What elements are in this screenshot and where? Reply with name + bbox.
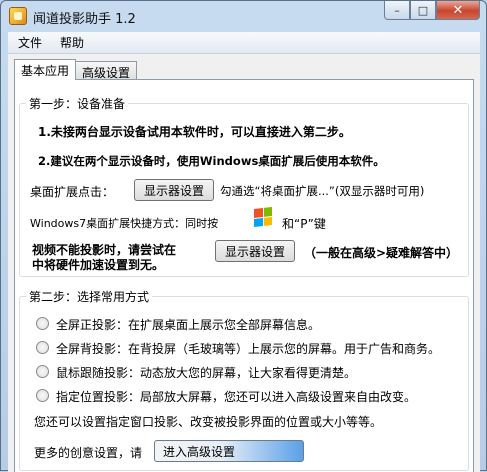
step2-title: 第二步：选择常用方式 bbox=[26, 288, 153, 305]
shortcut-key: 和“P”键 bbox=[282, 217, 326, 231]
step1-line2: 2.建议在两个显示设备时，使用Windows桌面扩展后使用本软件。 bbox=[38, 154, 385, 168]
no-projection-line2: 中将硬件加速设置到无。 bbox=[32, 258, 165, 272]
radio-mouse-follow[interactable] bbox=[36, 365, 49, 378]
menu-help[interactable]: 帮助 bbox=[60, 34, 84, 51]
minimize-button[interactable]: – bbox=[384, 1, 410, 20]
title-bar[interactable]: 闻道投影助手 1.2 – □ ✕ bbox=[1, 1, 486, 31]
option-fullscreen-rear[interactable]: 全屏背投影：在背投屏（毛玻璃等）上展示您的屏幕。用于广告和商务。 bbox=[56, 340, 440, 357]
extend-label: 桌面扩展点击： bbox=[30, 185, 115, 199]
maximize-button[interactable]: □ bbox=[410, 1, 436, 20]
option-fixed-position[interactable]: 指定位置投影：局部放大屏幕，您还可以进入高级设置来自由改变。 bbox=[56, 388, 416, 405]
extend-hint: 勾通选“将桌面扩展...”(双显示器时可用) bbox=[220, 184, 425, 198]
more-settings-label: 更多的创意设置，请 bbox=[34, 446, 143, 460]
app-icon bbox=[9, 7, 27, 25]
close-button[interactable]: ✕ bbox=[436, 1, 480, 20]
radio-fullscreen-rear[interactable] bbox=[36, 341, 49, 354]
client-area: 基本应用 高级设置 第一步：设备准备 1.未接两台显示设备试用本软件时，可以直接… bbox=[8, 54, 480, 472]
no-projection-hint: （一般在高级>疑难解答中） bbox=[304, 246, 459, 260]
radio-fixed-position[interactable] bbox=[36, 389, 49, 402]
menu-bar: 文件 帮助 bbox=[8, 32, 480, 54]
app-window: 闻道投影助手 1.2 – □ ✕ 文件 帮助 基本应用 高级设置 第一步：设备准… bbox=[0, 0, 487, 472]
tab-page-basic: 第一步：设备准备 1.未接两台显示设备试用本软件时，可以直接进入第二步。 2.建… bbox=[14, 79, 474, 472]
window-title: 闻道投影助手 1.2 bbox=[33, 12, 136, 27]
display-settings-button-2[interactable]: 显示器设置 bbox=[215, 240, 295, 262]
advanced-settings-button[interactable]: 进入高级设置 bbox=[154, 440, 304, 462]
tab-basic[interactable]: 基本应用 bbox=[14, 59, 77, 80]
option-fullscreen-front[interactable]: 全屏正投影：在扩展桌面上展示您全部屏幕信息。 bbox=[56, 316, 320, 333]
step2-group: 第二步：选择常用方式 全屏正投影：在扩展桌面上展示您全部屏幕信息。 全屏背投影：… bbox=[19, 288, 469, 471]
shortcut-label: Windows7桌面扩展快捷方式：同时按 bbox=[30, 217, 219, 230]
windows-key-icon bbox=[254, 207, 272, 227]
tab-advanced[interactable]: 高级设置 bbox=[75, 61, 138, 80]
extra-note: 您还可以设置指定窗口投影、改变被投影界面的位置或大小等等。 bbox=[34, 415, 383, 429]
display-settings-button[interactable]: 显示器设置 bbox=[134, 179, 214, 201]
option-mouse-follow[interactable]: 鼠标跟随投影：动态放大您的屏幕，让大家看得更清楚。 bbox=[56, 364, 356, 381]
tab-bar: 基本应用 高级设置 bbox=[14, 59, 138, 80]
step1-group: 第一步：设备准备 1.未接两台显示设备试用本软件时，可以直接进入第二步。 2.建… bbox=[19, 95, 469, 277]
step1-line1: 1.未接两台显示设备试用本软件时，可以直接进入第二步。 bbox=[38, 125, 351, 139]
menu-file[interactable]: 文件 bbox=[18, 34, 42, 51]
radio-fullscreen-front[interactable] bbox=[36, 317, 49, 330]
step1-title: 第一步：设备准备 bbox=[26, 95, 129, 112]
